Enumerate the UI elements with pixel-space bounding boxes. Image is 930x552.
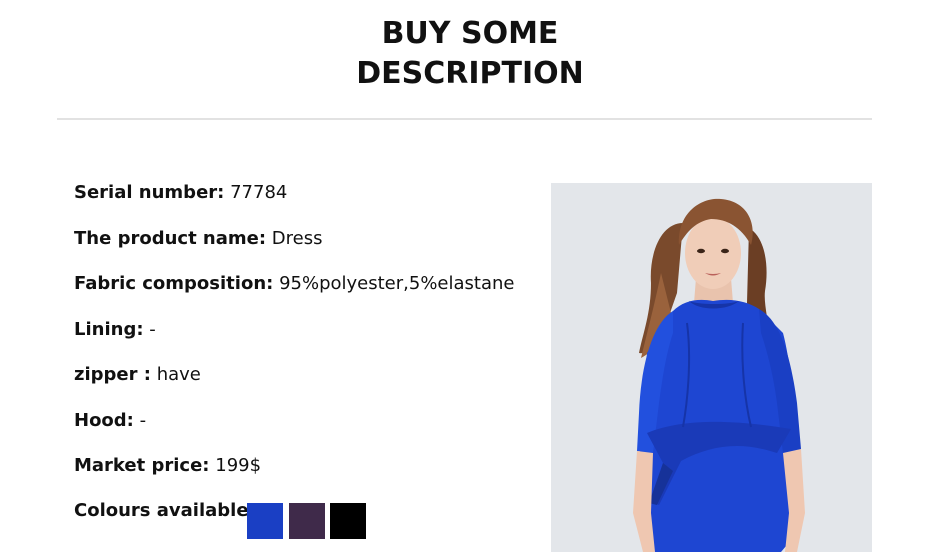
spec-value: Dress xyxy=(266,227,323,249)
spec-value: have xyxy=(150,364,201,385)
product-photo xyxy=(551,183,872,552)
spec-row-zipper: zipper : have xyxy=(74,362,544,408)
spec-label: Hood: xyxy=(74,409,134,431)
spec-label: The product name: xyxy=(74,227,267,249)
colours-available-label: Colours available: xyxy=(74,500,256,521)
spec-value: 77784 xyxy=(224,182,288,203)
spec-row-serial-number: Serial number: 77784 xyxy=(74,180,544,226)
model-in-dress-image xyxy=(551,183,872,552)
spec-label: Serial number: xyxy=(74,182,225,203)
spec-value: - xyxy=(133,409,147,431)
page-title-line-1: BUY SOME xyxy=(381,16,559,51)
colour-swatch-group xyxy=(247,503,372,539)
spec-label: Market price: xyxy=(74,455,210,476)
spec-value: - xyxy=(143,318,156,340)
colour-swatch-black[interactable] xyxy=(330,503,366,539)
colour-swatch-plum[interactable] xyxy=(288,503,325,539)
spec-row-hood: Hood: - xyxy=(74,408,544,454)
spec-row-product-name: The product name: Dress xyxy=(74,226,544,272)
colour-swatch-royal-blue[interactable] xyxy=(247,503,283,539)
spec-row-market-price: Market price: 199$ xyxy=(74,453,544,499)
spec-row-fabric-composition: Fabric composition: 95%polyester,5%elast… xyxy=(74,271,544,317)
product-spec-list: Serial number: 77784 The product name: D… xyxy=(74,180,544,499)
spec-value: 199$ xyxy=(209,455,262,476)
spec-label: Lining: xyxy=(74,318,144,340)
page-title: BUY SOME DESCRIPTION xyxy=(0,14,930,94)
spec-label: zipper : xyxy=(74,364,151,385)
page-title-line-2: DESCRIPTION xyxy=(356,56,584,91)
header-divider xyxy=(57,118,872,120)
spec-row-lining: Lining: - xyxy=(74,317,544,363)
spec-value: 95%polyester,5%elastane xyxy=(273,273,515,294)
spec-label: Fabric composition: xyxy=(74,273,274,294)
